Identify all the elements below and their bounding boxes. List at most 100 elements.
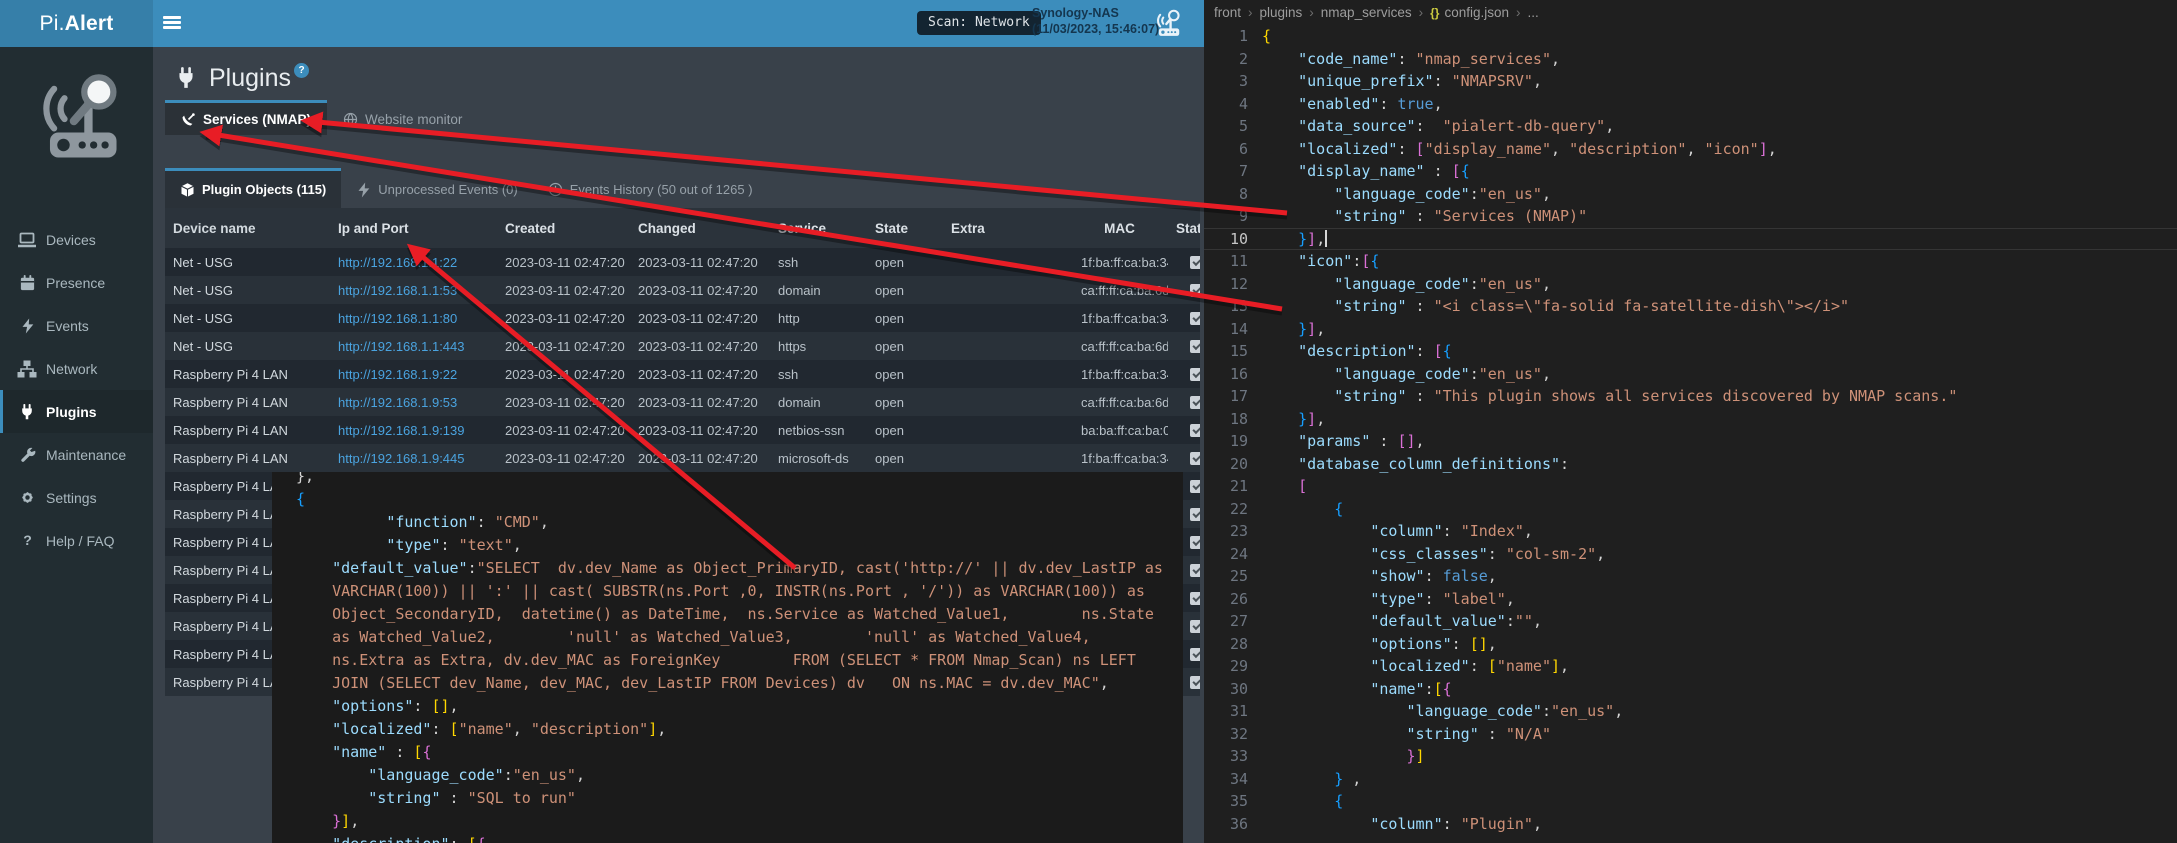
code-line: }, [296, 472, 1183, 488]
line-number: 28 [1204, 633, 1248, 656]
column-header-mac: MAC [1073, 221, 1168, 236]
subtab-plugin-objects-115[interactable]: Plugin Objects (115) [165, 168, 341, 208]
sidebar-item-plugins[interactable]: Plugins [0, 390, 153, 433]
cell-state: open [867, 311, 943, 326]
line-number: 7 [1204, 160, 1248, 183]
editor-line: 7 "display_name" : [{ [1204, 160, 2177, 183]
code-editor[interactable]: front › plugins › nmap_services › {} config.jso… [1204, 0, 2177, 843]
ip-port-link[interactable]: http://192.168.1.1:80 [338, 311, 457, 326]
status-checkbox[interactable] [1190, 396, 1200, 409]
status-checkbox[interactable] [1190, 620, 1200, 633]
line-number: 30 [1204, 678, 1248, 701]
editor-line: 29 "localized": ["name"], [1204, 655, 2177, 678]
status-checkbox[interactable] [1190, 452, 1200, 465]
code-line: }], [296, 810, 1183, 833]
line-content: "data_source": "pialert-db-query", [1248, 115, 1614, 138]
status-checkbox[interactable] [1190, 480, 1200, 493]
cell-device-name: Net - USG [165, 283, 330, 298]
sidebar-item-network[interactable]: Network [0, 347, 153, 390]
breadcrumb-item[interactable]: front [1214, 5, 1241, 20]
subtab-events-history-50-out-of-1265[interactable]: Events History (50 out of 1265 ) [533, 168, 768, 208]
editor-line: 19 "params" : [], [1204, 430, 2177, 453]
hamburger-menu-icon[interactable] [163, 16, 181, 30]
ip-port-link[interactable]: http://192.168.1.1:22 [338, 255, 457, 270]
line-content: }], [1248, 318, 1325, 341]
editor-line: 8 "language_code":"en_us", [1204, 183, 2177, 206]
cell-status [1168, 340, 1200, 353]
status-checkbox[interactable] [1190, 340, 1200, 353]
status-checkbox[interactable] [1190, 424, 1200, 437]
cell-created: 2023-03-11 02:47:20 [497, 423, 630, 438]
line-content: "language_code":"en_us", [1248, 183, 1551, 206]
tab-website-monitor[interactable]: Website monitor [327, 100, 478, 135]
line-number: 29 [1204, 655, 1248, 678]
editor-line: 18 }], [1204, 408, 2177, 431]
column-header-state: State [867, 221, 943, 236]
status-checkbox[interactable] [1190, 312, 1200, 325]
host-name: Synology-NAS [1032, 5, 1159, 21]
code-line: "default_value":"SELECT dv.dev_Name as O… [296, 557, 1183, 580]
status-checkbox[interactable] [1190, 284, 1200, 297]
editor-line: 5 "data_source": "pialert-db-query", [1204, 115, 2177, 138]
line-number: 34 [1204, 768, 1248, 791]
code-line: VARCHAR(100)) || ':' || cast( SUBSTR(ns.… [296, 580, 1183, 603]
breadcrumb-separator: › [1419, 5, 1424, 20]
line-content: "options": [], [1248, 633, 1497, 656]
code-line: JOIN (SELECT dev_Name, dev_MAC, dev_Last… [296, 672, 1183, 695]
laptop-icon [16, 230, 38, 250]
sidebar-item-help-faq[interactable]: ?Help / FAQ [0, 519, 153, 562]
code-line: as Watched_Value2, 'null' as Watched_Val… [296, 626, 1183, 649]
subtab-unprocessed-events-0[interactable]: Unprocessed Events (0) [341, 168, 532, 208]
editor-line: 20 "database_column_definitions": [1204, 453, 2177, 476]
editor-code-area[interactable]: 1{2 "code_name": "nmap_services",3 "uniq… [1204, 25, 2177, 835]
status-checkbox[interactable] [1190, 256, 1200, 269]
ip-port-link[interactable]: http://192.168.1.9:445 [338, 451, 465, 466]
ip-port-link[interactable]: http://192.168.1.9:53 [338, 395, 457, 410]
breadcrumb-separator: › [1248, 5, 1253, 20]
breadcrumb-item[interactable]: nmap_services [1321, 5, 1412, 20]
sidebar-item-events[interactable]: Events [0, 304, 153, 347]
help-badge[interactable]: ? [294, 63, 309, 78]
code-line: "name" : [{ [296, 741, 1183, 764]
status-checkbox[interactable] [1190, 564, 1200, 577]
json-file-icon: {} [1430, 6, 1439, 20]
breadcrumb-item[interactable]: plugins [1260, 5, 1303, 20]
bolt-icon [16, 316, 38, 336]
column-header-service: Service [770, 221, 867, 236]
page-title-text: Plugins [209, 64, 291, 93]
status-checkbox[interactable] [1190, 676, 1200, 689]
status-checkbox[interactable] [1190, 536, 1200, 549]
cell-ip-port: http://192.168.1.1:443 [330, 339, 497, 354]
sidebar-item-devices[interactable]: Devices [0, 218, 153, 261]
cell-status [1168, 284, 1200, 297]
breadcrumb-separator: › [1309, 5, 1314, 20]
sidebar-item-settings[interactable]: Settings [0, 476, 153, 519]
cell-device-name: Net - USG [165, 311, 330, 326]
cell-service: http [770, 311, 867, 326]
sidebar-item-presence[interactable]: Presence [0, 261, 153, 304]
editor-line: 36 "column": "Plugin", [1204, 813, 2177, 836]
cell-ip-port: http://192.168.1.1:80 [330, 311, 497, 326]
plug-icon [175, 66, 197, 90]
code-line: ns.Extra as Extra, dv.dev_MAC as Foreign… [296, 649, 1183, 672]
line-content: "enabled": true, [1248, 93, 1443, 116]
scan-status-badge: Scan: Network [917, 11, 1041, 35]
line-content: "icon":[{ [1248, 250, 1379, 273]
tab-services-nmap[interactable]: Services (NMAP) [165, 100, 327, 135]
cell-device-name: Net - USG [165, 255, 330, 270]
breadcrumb-item[interactable]: ... [1527, 5, 1538, 20]
status-checkbox[interactable] [1190, 508, 1200, 521]
breadcrumb-item[interactable]: config.json [1444, 5, 1509, 20]
status-checkbox[interactable] [1190, 368, 1200, 381]
status-checkbox[interactable] [1190, 592, 1200, 605]
ip-port-link[interactable]: http://192.168.1.9:22 [338, 367, 457, 382]
cell-state: open [867, 255, 943, 270]
app-logo[interactable]: Pi.Alert [0, 0, 153, 47]
ip-port-link[interactable]: http://192.168.1.1:443 [338, 339, 465, 354]
ip-port-link[interactable]: http://192.168.1.9:139 [338, 423, 465, 438]
editor-line: 34 } , [1204, 768, 2177, 791]
sidebar-item-maintenance[interactable]: Maintenance [0, 433, 153, 476]
status-checkbox[interactable] [1190, 648, 1200, 661]
ip-port-link[interactable]: http://192.168.1.1:53 [338, 283, 457, 298]
tab-label: Services (NMAP) [203, 112, 311, 127]
